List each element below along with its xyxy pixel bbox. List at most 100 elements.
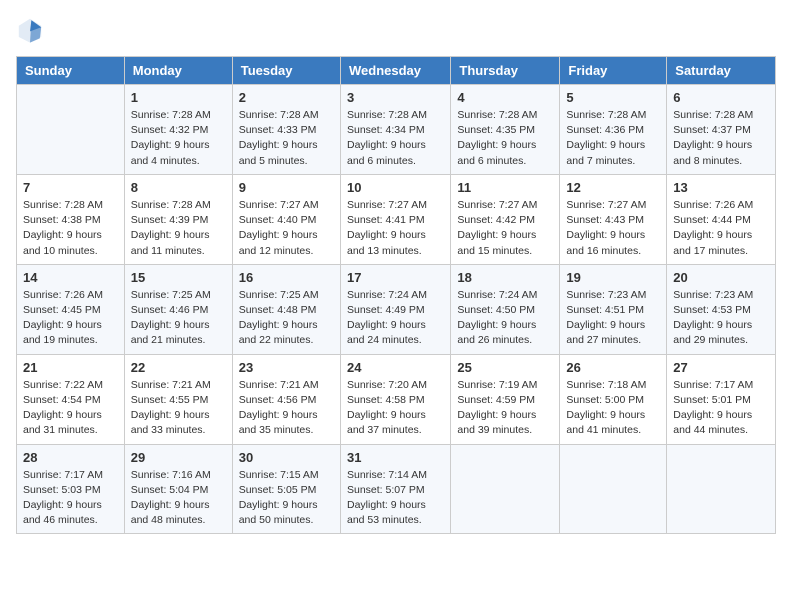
day-number: 23 (239, 360, 334, 375)
calendar-week-row: 1 Sunrise: 7:28 AM Sunset: 4:32 PM Daylig… (17, 85, 776, 175)
calendar-cell: 29 Sunrise: 7:16 AM Sunset: 5:04 PM Dayli… (124, 444, 232, 534)
day-header-friday: Friday (560, 57, 667, 85)
calendar-cell: 11Sunrise: 7:27 AM Sunset: 4:42 PM Dayli… (451, 174, 560, 264)
calendar-cell: 14 Sunrise: 7:26 AM Sunset: 4:45 PM Dayli… (17, 264, 125, 354)
logo (16, 16, 48, 44)
calendar-cell: 9Sunrise: 7:27 AM Sunset: 4:40 PM Daylig… (232, 174, 340, 264)
calendar-week-row: 28 Sunrise: 7:17 AM Sunset: 5:03 PM Dayli… (17, 444, 776, 534)
day-info: Sunrise: 7:20 AM Sunset: 4:58 PM Dayligh… (347, 378, 444, 439)
calendar-cell: 7 Sunrise: 7:28 AM Sunset: 4:38 PM Daylig… (17, 174, 125, 264)
calendar-cell: 24 Sunrise: 7:20 AM Sunset: 4:58 PM Dayli… (340, 354, 450, 444)
calendar-cell: 20 Sunrise: 7:23 AM Sunset: 4:53 PM Dayli… (667, 264, 776, 354)
day-number: 3 (347, 90, 444, 105)
calendar-cell (560, 444, 667, 534)
day-header-thursday: Thursday (451, 57, 560, 85)
calendar-cell (17, 85, 125, 175)
day-number: 2 (239, 90, 334, 105)
day-info: Sunrise: 7:28 AM Sunset: 4:32 PM Dayligh… (131, 108, 226, 169)
calendar-cell: 8 Sunrise: 7:28 AM Sunset: 4:39 PM Daylig… (124, 174, 232, 264)
calendar-table: SundayMondayTuesdayWednesdayThursdayFrid… (16, 56, 776, 534)
day-info: Sunrise: 7:25 AM Sunset: 4:48 PM Dayligh… (239, 288, 334, 349)
calendar-cell: 23Sunrise: 7:21 AM Sunset: 4:56 PM Dayli… (232, 354, 340, 444)
calendar-cell: 31 Sunrise: 7:14 AM Sunset: 5:07 PM Dayli… (340, 444, 450, 534)
day-info: Sunrise: 7:28 AM Sunset: 4:35 PM Dayligh… (457, 108, 553, 169)
day-number: 14 (23, 270, 118, 285)
day-number: 1 (131, 90, 226, 105)
day-header-sunday: Sunday (17, 57, 125, 85)
day-number: 20 (673, 270, 769, 285)
calendar-header-row: SundayMondayTuesdayWednesdayThursdayFrid… (17, 57, 776, 85)
calendar-cell: 27Sunrise: 7:17 AM Sunset: 5:01 PM Dayli… (667, 354, 776, 444)
day-info: Sunrise: 7:19 AM Sunset: 4:59 PM Dayligh… (457, 378, 553, 439)
calendar-cell: 30Sunrise: 7:15 AM Sunset: 5:05 PM Dayli… (232, 444, 340, 534)
calendar-cell (667, 444, 776, 534)
day-number: 12 (566, 180, 660, 195)
day-number: 28 (23, 450, 118, 465)
day-number: 10 (347, 180, 444, 195)
day-number: 27 (673, 360, 769, 375)
day-number: 17 (347, 270, 444, 285)
day-number: 7 (23, 180, 118, 195)
calendar-week-row: 21 Sunrise: 7:22 AM Sunset: 4:54 PM Dayli… (17, 354, 776, 444)
calendar-cell: 2 Sunrise: 7:28 AM Sunset: 4:33 PM Daylig… (232, 85, 340, 175)
day-info: Sunrise: 7:28 AM Sunset: 4:38 PM Dayligh… (23, 198, 118, 259)
calendar-cell: 6 Sunrise: 7:28 AM Sunset: 4:37 PM Daylig… (667, 85, 776, 175)
day-info: Sunrise: 7:18 AM Sunset: 5:00 PM Dayligh… (566, 378, 660, 439)
calendar-cell: 15 Sunrise: 7:25 AM Sunset: 4:46 PM Dayli… (124, 264, 232, 354)
calendar-cell: 10 Sunrise: 7:27 AM Sunset: 4:41 PM Dayli… (340, 174, 450, 264)
day-info: Sunrise: 7:27 AM Sunset: 4:41 PM Dayligh… (347, 198, 444, 259)
day-header-tuesday: Tuesday (232, 57, 340, 85)
day-info: Sunrise: 7:28 AM Sunset: 4:36 PM Dayligh… (566, 108, 660, 169)
day-number: 6 (673, 90, 769, 105)
day-number: 24 (347, 360, 444, 375)
day-info: Sunrise: 7:24 AM Sunset: 4:50 PM Dayligh… (457, 288, 553, 349)
logo-icon (16, 16, 44, 44)
calendar-cell: 18 Sunrise: 7:24 AM Sunset: 4:50 PM Dayli… (451, 264, 560, 354)
day-number: 21 (23, 360, 118, 375)
day-number: 29 (131, 450, 226, 465)
day-info: Sunrise: 7:25 AM Sunset: 4:46 PM Dayligh… (131, 288, 226, 349)
calendar-cell: 4 Sunrise: 7:28 AM Sunset: 4:35 PM Daylig… (451, 85, 560, 175)
calendar-cell: 22 Sunrise: 7:21 AM Sunset: 4:55 PM Dayli… (124, 354, 232, 444)
day-info: Sunrise: 7:23 AM Sunset: 4:53 PM Dayligh… (673, 288, 769, 349)
day-number: 31 (347, 450, 444, 465)
calendar-cell: 26Sunrise: 7:18 AM Sunset: 5:00 PM Dayli… (560, 354, 667, 444)
day-info: Sunrise: 7:15 AM Sunset: 5:05 PM Dayligh… (239, 468, 334, 529)
day-number: 4 (457, 90, 553, 105)
day-info: Sunrise: 7:21 AM Sunset: 4:55 PM Dayligh… (131, 378, 226, 439)
calendar-cell: 17 Sunrise: 7:24 AM Sunset: 4:49 PM Dayli… (340, 264, 450, 354)
day-info: Sunrise: 7:27 AM Sunset: 4:40 PM Dayligh… (239, 198, 334, 259)
day-number: 25 (457, 360, 553, 375)
day-info: Sunrise: 7:28 AM Sunset: 4:37 PM Dayligh… (673, 108, 769, 169)
calendar-cell: 12 Sunrise: 7:27 AM Sunset: 4:43 PM Dayli… (560, 174, 667, 264)
day-header-saturday: Saturday (667, 57, 776, 85)
day-number: 18 (457, 270, 553, 285)
calendar-cell: 21 Sunrise: 7:22 AM Sunset: 4:54 PM Dayli… (17, 354, 125, 444)
day-info: Sunrise: 7:23 AM Sunset: 4:51 PM Dayligh… (566, 288, 660, 349)
day-info: Sunrise: 7:26 AM Sunset: 4:45 PM Dayligh… (23, 288, 118, 349)
day-info: Sunrise: 7:28 AM Sunset: 4:39 PM Dayligh… (131, 198, 226, 259)
day-number: 16 (239, 270, 334, 285)
day-info: Sunrise: 7:28 AM Sunset: 4:33 PM Dayligh… (239, 108, 334, 169)
day-number: 15 (131, 270, 226, 285)
calendar-cell: 28 Sunrise: 7:17 AM Sunset: 5:03 PM Dayli… (17, 444, 125, 534)
day-info: Sunrise: 7:14 AM Sunset: 5:07 PM Dayligh… (347, 468, 444, 529)
calendar-cell: 25 Sunrise: 7:19 AM Sunset: 4:59 PM Dayli… (451, 354, 560, 444)
calendar-week-row: 14 Sunrise: 7:26 AM Sunset: 4:45 PM Dayli… (17, 264, 776, 354)
day-info: Sunrise: 7:16 AM Sunset: 5:04 PM Dayligh… (131, 468, 226, 529)
calendar-cell: 19Sunrise: 7:23 AM Sunset: 4:51 PM Dayli… (560, 264, 667, 354)
calendar-cell: 1 Sunrise: 7:28 AM Sunset: 4:32 PM Daylig… (124, 85, 232, 175)
day-info: Sunrise: 7:27 AM Sunset: 4:42 PM Dayligh… (457, 198, 553, 259)
day-info: Sunrise: 7:24 AM Sunset: 4:49 PM Dayligh… (347, 288, 444, 349)
calendar-cell: 5 Sunrise: 7:28 AM Sunset: 4:36 PM Daylig… (560, 85, 667, 175)
calendar-cell (451, 444, 560, 534)
day-number: 22 (131, 360, 226, 375)
day-info: Sunrise: 7:27 AM Sunset: 4:43 PM Dayligh… (566, 198, 660, 259)
day-info: Sunrise: 7:17 AM Sunset: 5:03 PM Dayligh… (23, 468, 118, 529)
calendar-cell: 3Sunrise: 7:28 AM Sunset: 4:34 PM Daylig… (340, 85, 450, 175)
day-number: 8 (131, 180, 226, 195)
day-number: 5 (566, 90, 660, 105)
day-info: Sunrise: 7:22 AM Sunset: 4:54 PM Dayligh… (23, 378, 118, 439)
page-header (16, 16, 776, 44)
calendar-cell: 16 Sunrise: 7:25 AM Sunset: 4:48 PM Dayli… (232, 264, 340, 354)
